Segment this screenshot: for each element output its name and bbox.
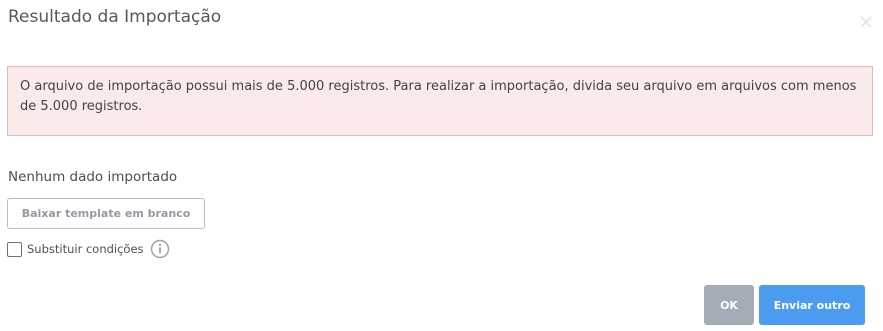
download-template-button[interactable]: Baixar template em branco xyxy=(7,198,205,229)
import-status-text: Nenhum dado importado xyxy=(8,169,178,185)
error-alert-message: O arquivo de importação possui mais de 5… xyxy=(20,79,857,114)
dialog-title: Resultado da Importação xyxy=(8,7,222,27)
info-icon[interactable] xyxy=(150,239,170,259)
import-result-dialog: Resultado da Importação O arquivo de imp… xyxy=(0,0,883,331)
send-another-button[interactable]: Enviar outro xyxy=(759,285,865,325)
error-alert: O arquivo de importação possui mais de 5… xyxy=(7,66,873,136)
replace-conditions-label: Substituir condições xyxy=(27,242,144,256)
replace-conditions-checkbox[interactable] xyxy=(7,241,22,257)
replace-conditions-row: Substituir condições xyxy=(7,236,170,262)
ok-button[interactable]: OK xyxy=(704,285,754,325)
close-icon-glyph xyxy=(860,16,872,28)
close-icon[interactable] xyxy=(857,13,875,31)
